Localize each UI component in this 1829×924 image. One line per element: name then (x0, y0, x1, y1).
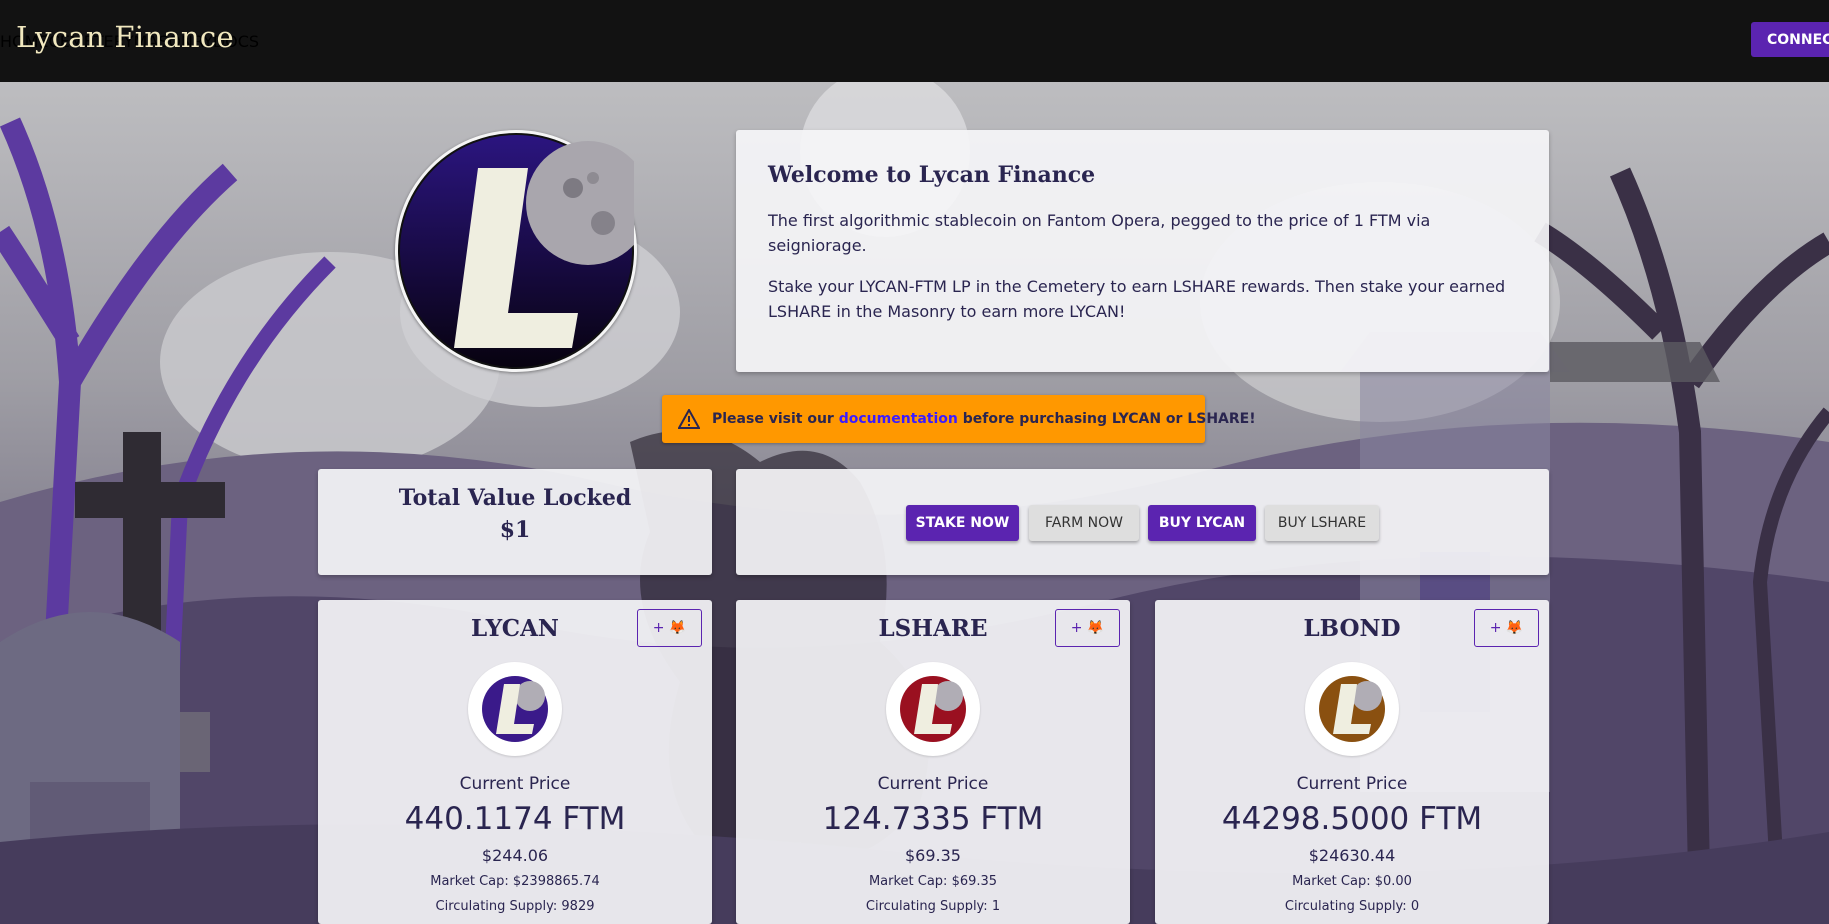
add-to-metamask-button[interactable]: + 🦊 (1474, 609, 1539, 647)
metamask-fox-icon: 🦊 (1505, 620, 1524, 636)
documentation-link[interactable]: documentation (839, 411, 958, 427)
circulating-supply: Circulating Supply: 0 (1284, 899, 1420, 914)
token-price: 440.1174 FTM (404, 801, 626, 837)
farm-now-button[interactable]: FARM NOW (1029, 505, 1139, 541)
add-plus: + (1489, 620, 1502, 636)
welcome-paragraph-1: The first algorithmic stablecoin on Fant… (768, 211, 1431, 255)
lycan-logo (395, 130, 650, 372)
tvl-title: Total Value Locked (398, 485, 632, 511)
circulating-supply: Circulating Supply: 1 (865, 899, 1001, 914)
lycan-coin-icon (468, 662, 562, 756)
add-plus: + (652, 620, 665, 636)
alert-text-before: Please visit our (712, 411, 839, 427)
buy-lycan-button[interactable]: BUY LYCAN (1148, 505, 1256, 541)
add-to-metamask-button[interactable]: + 🦊 (637, 609, 702, 647)
lshare-coin-icon (886, 662, 980, 756)
metamask-fox-icon: 🦊 (668, 620, 687, 636)
brand-logo[interactable]: Lycan Finance (16, 20, 234, 54)
alert-text: Please visit our documentation before pu… (712, 411, 1256, 427)
metamask-fox-icon: 🦊 (1086, 620, 1105, 636)
documentation-alert: Please visit our documentation before pu… (662, 395, 1256, 443)
market-cap: Market Cap: $0.00 (1292, 874, 1412, 889)
token-usd-price: $244.06 (481, 846, 549, 865)
current-price-label: Current Price (1296, 774, 1408, 794)
circulating-supply: Circulating Supply: 9829 (435, 899, 595, 914)
stake-now-button[interactable]: STAKE NOW (906, 505, 1019, 541)
buy-lshare-button[interactable]: BUY LSHARE (1265, 505, 1379, 541)
token-card-lycan: LYCAN + 🦊 Current Price 440.1174 FTM $24… (318, 600, 712, 924)
token-price: 124.7335 FTM (822, 801, 1044, 837)
lycan-moon-icon (398, 133, 650, 369)
connect-wallet-button[interactable]: CONNECT (1751, 22, 1829, 57)
current-price-label: Current Price (459, 774, 571, 794)
actions-card: STAKE NOW FARM NOW BUY LYCAN BUY LSHARE (736, 469, 1549, 575)
token-price: 44298.5000 FTM (1221, 801, 1483, 837)
alert-text-after: before purchasing LYCAN or LSHARE! (957, 411, 1256, 427)
lbond-coin-icon (1305, 662, 1399, 756)
tvl-value: $1 (499, 517, 531, 543)
add-to-metamask-button[interactable]: + 🦊 (1055, 609, 1120, 647)
token-usd-price: $24630.44 (1308, 846, 1396, 865)
market-cap: Market Cap: $69.35 (868, 874, 998, 889)
welcome-card: Welcome to Lycan Finance The first algor… (736, 130, 1549, 372)
token-card-lbond: LBOND + 🦊 Current Price 44298.5000 FTM $… (1155, 600, 1549, 924)
tvl-card: Total Value Locked $1 (318, 469, 712, 575)
token-usd-price: $69.35 (905, 846, 961, 865)
warning-icon (678, 409, 700, 429)
token-card-lshare: LSHARE + 🦊 Current Price 124.7335 FTM $6… (736, 600, 1130, 924)
current-price-label: Current Price (877, 774, 989, 794)
add-plus: + (1070, 620, 1083, 636)
welcome-title: Welcome to Lycan Finance (768, 162, 1096, 188)
welcome-paragraph-2: Stake your LYCAN-FTM LP in the Cemetery … (768, 277, 1506, 321)
top-navbar: Lycan Finance HOME CEMETERY MASONRY DOCS… (0, 0, 1829, 82)
market-cap: Market Cap: $2398865.74 (430, 874, 600, 889)
